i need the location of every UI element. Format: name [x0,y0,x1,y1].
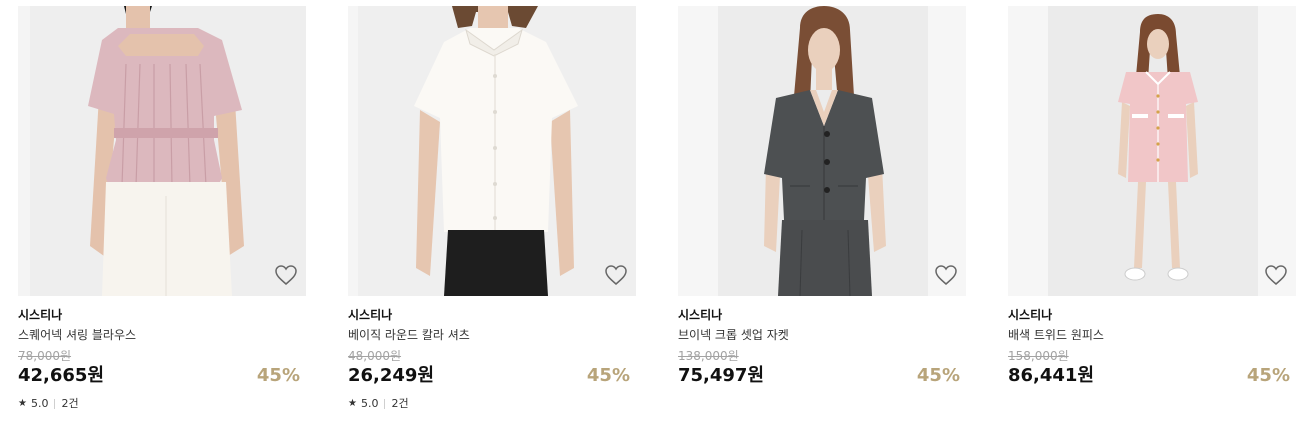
product-image[interactable] [348,6,636,296]
price-row: 26,249원 45% [348,364,638,388]
product-brand[interactable]: 시스티나 [678,307,968,323]
rating-score: 5.0 [360,397,379,410]
rating-summary: ★ 5.0 2건 [18,397,308,411]
heart-icon[interactable] [934,264,958,286]
review-count: 2건 [391,397,409,410]
price-row: 75,497원 45% [678,364,968,388]
heart-icon[interactable] [274,264,298,286]
discount-rate: 45% [1246,365,1290,386]
review-count: 2건 [61,397,79,410]
product-card[interactable]: 시스티나 브이넥 크롭 셋업 자켓 138,000원 75,497원 45% [678,6,968,388]
divider [54,399,56,409]
product-name[interactable]: 배색 트위드 원피스 [1008,327,1298,343]
price-row: 42,665원 45% [18,364,308,388]
original-price: 48,000원 [348,349,402,363]
sale-price: 86,441원 [1008,365,1095,386]
product-name[interactable]: 브이넥 크롭 셋업 자켓 [678,327,968,343]
model-pink-tweed-dress-image [1008,6,1296,296]
rating-score: 5.0 [30,397,49,410]
sale-price: 26,249원 [348,365,435,386]
product-name[interactable]: 베이직 라운드 칼라 셔츠 [348,327,638,343]
star-icon: ★ [18,398,27,409]
product-image[interactable] [18,6,306,296]
heart-icon[interactable] [1264,264,1288,286]
original-price: 158,000원 [1008,349,1069,363]
original-price: 138,000원 [678,349,739,363]
rating-summary: ★ 5.0 2건 [348,397,638,411]
product-card[interactable]: 시스티나 스퀘어넥 셔링 블라우스 78,000원 42,665원 45% ★ … [18,6,308,411]
sale-price: 75,497원 [678,365,765,386]
model-white-shirt-image [348,6,636,296]
product-card[interactable]: 시스티나 베이직 라운드 칼라 셔츠 48,000원 26,249원 45% ★… [348,6,638,411]
heart-icon[interactable] [604,264,628,286]
product-brand[interactable]: 시스티나 [18,307,308,323]
product-image[interactable] [1008,6,1296,296]
product-brand[interactable]: 시스티나 [1008,307,1298,323]
discount-rate: 45% [916,365,960,386]
original-price: 78,000원 [18,349,72,363]
price-row: 86,441원 45% [1008,364,1298,388]
model-pink-blouse-image [18,6,306,296]
discount-rate: 45% [586,365,630,386]
product-image[interactable] [678,6,966,296]
product-brand[interactable]: 시스티나 [348,307,638,323]
product-name[interactable]: 스퀘어넥 셔링 블라우스 [18,327,308,343]
divider [384,399,386,409]
product-grid: 시스티나 스퀘어넥 셔링 블라우스 78,000원 42,665원 45% ★ … [0,0,1302,424]
sale-price: 42,665원 [18,365,105,386]
discount-rate: 45% [256,365,300,386]
product-card[interactable]: 시스티나 배색 트위드 원피스 158,000원 86,441원 45% [1008,6,1298,388]
star-icon: ★ [348,398,357,409]
model-gray-jacket-image [678,6,966,296]
